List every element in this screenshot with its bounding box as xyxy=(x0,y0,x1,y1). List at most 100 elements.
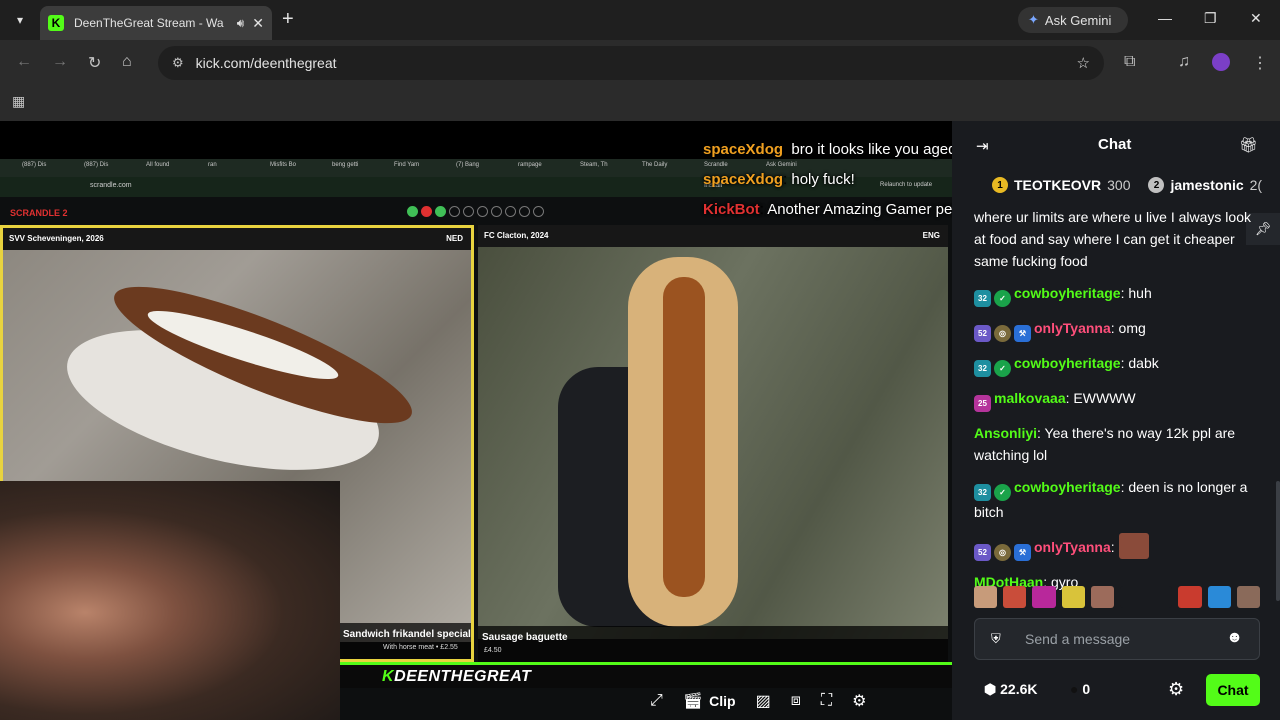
overlay-chat-message: Another Amazing Gamer person joins the p… xyxy=(767,201,952,218)
food-option-right[interactable]: FC Clacton, 2024 ENG Sausage baguette £4… xyxy=(478,225,948,662)
chat-username[interactable]: onlyTyanna xyxy=(1034,539,1111,555)
back-icon[interactable]: ← xyxy=(16,53,32,71)
gemini-label: Ask Gemini xyxy=(1044,12,1112,28)
address-url: kick.com/deenthegreat xyxy=(195,55,337,71)
forward-icon[interactable]: → xyxy=(52,53,68,71)
leaderboard-entry[interactable]: 1 TEOTKEOVR 300 xyxy=(992,177,1130,193)
player-settings-icon[interactable]: ⚙ xyxy=(852,691,866,711)
progress-dot xyxy=(449,206,460,217)
chat-username[interactable]: malkovaaa xyxy=(994,390,1066,406)
chat-message: 32 ✓ cowboyheritage: huh xyxy=(974,282,1260,307)
speaker-icon[interactable]: 🔊︎ xyxy=(237,16,245,31)
chat-scrollbar[interactable] xyxy=(1276,481,1280,601)
restore-icon[interactable]: ❐ xyxy=(1204,10,1217,27)
subscriber-badge: 52 xyxy=(974,325,991,342)
inner-tab: rampage xyxy=(518,162,542,168)
home-icon[interactable]: ⌂ xyxy=(122,53,132,71)
overlay-chat-user: spaceXdog xyxy=(703,141,784,158)
chat-username[interactable]: cowboyheritage xyxy=(1014,479,1121,495)
moderator-hammer-icon: ⚒ xyxy=(1014,325,1031,342)
chat-username[interactable]: cowboyheritage xyxy=(1014,355,1121,371)
overlay-chat-user: KickBot xyxy=(703,201,760,218)
minimize-icon[interactable]: — xyxy=(1158,10,1172,26)
emote-icon[interactable] xyxy=(1061,586,1085,608)
ask-gemini-button[interactable]: ✦ Ask Gemini xyxy=(1018,7,1128,33)
right-title: FC Clacton, 2024 xyxy=(484,231,549,240)
overlay-chat-message: holy fuck! xyxy=(791,171,855,188)
viewer-count-value: 22.6K xyxy=(1000,681,1038,697)
inner-tab: beng getti xyxy=(332,162,359,168)
chat-settings-icon[interactable]: ⚙ xyxy=(1168,679,1184,700)
left-title: SVV Scheveningen, 2026 xyxy=(9,234,104,243)
right-food-price: £4.50 xyxy=(484,647,502,654)
window-close-icon[interactable]: ✕ xyxy=(1250,10,1262,27)
clip-button[interactable]: 🎬︎ Clip xyxy=(683,691,736,711)
chat-username[interactable]: cowboyheritage xyxy=(1014,285,1121,301)
media-controls-icon[interactable]: ♫ xyxy=(1178,53,1190,71)
gift-icon[interactable]: 🎁︎ xyxy=(1239,136,1258,154)
pip-icon[interactable]: ⧈ xyxy=(791,692,801,710)
shield-icon[interactable]: ⛨ xyxy=(991,631,1001,647)
apps-grid-icon[interactable]: ▦ xyxy=(12,93,25,110)
emote-icon[interactable] xyxy=(974,586,998,608)
chat-send-button[interactable]: Chat xyxy=(1206,674,1260,706)
emote-icon[interactable] xyxy=(1090,586,1115,608)
chat-input-placeholder: Send a message xyxy=(1025,631,1131,647)
chat-message: Ansonliyi: Yea there's no way 12k ppl ar… xyxy=(974,425,1236,463)
chat-message: 25 malkovaaa: EWWWW xyxy=(974,387,1260,412)
chat-message-text: EWWWW xyxy=(1073,390,1136,406)
hide-overlay-icon[interactable]: ▨ xyxy=(756,691,771,711)
profile-avatar[interactable] xyxy=(1212,53,1230,71)
fullscreen-icon[interactable]: ⛶ xyxy=(821,692,832,710)
chat-header: ⇥ Chat 🎁︎ xyxy=(952,121,1280,169)
subscriber-badge: 32 xyxy=(974,290,991,307)
address-bar[interactable]: ⚙ kick.com/deenthegreat ☆ xyxy=(158,46,1104,80)
chat-username[interactable]: Ansonliyi xyxy=(974,425,1037,441)
gemini-sparkle-icon: ✦ xyxy=(1028,12,1039,27)
browser-toolbar: ← → ↻ ⌂ ⚙ kick.com/deenthegreat ☆ ⧉ ♫ ⋮ xyxy=(0,40,1280,85)
emote-strip xyxy=(974,586,1260,612)
emote-icon[interactable] xyxy=(1003,586,1027,608)
rank-badge: 1 xyxy=(992,177,1008,193)
player-controls: ⤢ 🎬︎ Clip ▨ ⧈ ⛶ ⚙ xyxy=(650,686,866,716)
inner-tab: ran xyxy=(208,162,217,168)
kick-favicon-icon: K xyxy=(48,15,64,31)
leader-name: TEOTKEOVR xyxy=(1014,177,1102,193)
collapse-chat-icon[interactable]: ⇥ xyxy=(976,137,989,155)
emote-icon[interactable] xyxy=(1207,586,1231,608)
inner-tab: Misfits Bo xyxy=(270,162,297,168)
chat-footer: ⬢ 22.6K ● 0 ⚙ Chat xyxy=(952,673,1280,713)
bookmark-star-icon[interactable]: ☆ xyxy=(1077,54,1090,72)
tab-search-icon[interactable]: ▾ xyxy=(8,8,32,32)
emoji-icon[interactable]: ☻ xyxy=(1226,629,1243,647)
close-tab-icon[interactable]: ✕ xyxy=(252,15,264,32)
theatre-mode-icon[interactable]: ⤢ xyxy=(650,692,663,710)
emote-icon[interactable] xyxy=(1120,586,1173,608)
progress-dot xyxy=(463,206,474,217)
chat-message: where ur limits are where u live I alway… xyxy=(974,206,1260,272)
left-food-desc: With horse meat • £2.55 xyxy=(383,644,458,651)
progress-dot xyxy=(533,206,544,217)
new-tab-icon[interactable]: + xyxy=(282,8,294,31)
rank-badge: 2 xyxy=(1148,177,1165,193)
points-value: 0 xyxy=(1082,681,1091,697)
right-food-name: Sausage baguette xyxy=(482,632,568,643)
chat-input[interactable]: ⛨ Send a message ☻ xyxy=(974,618,1260,660)
leaderboard-entry[interactable]: 2 jamestonic 2( xyxy=(1148,177,1262,193)
browser-tab-active[interactable]: K DeenTheGreat Stream - Wa 🔊︎ ✕ xyxy=(40,6,272,40)
emote-icon[interactable] xyxy=(1032,586,1056,608)
leader-amount: 2( xyxy=(1249,177,1263,193)
menu-kebab-icon[interactable]: ⋮ xyxy=(1252,53,1268,73)
chat-username[interactable]: onlyTyanna xyxy=(1034,320,1111,336)
progress-dot xyxy=(491,206,502,217)
og-badge-icon: ◎ xyxy=(994,544,1011,561)
extensions-icon[interactable]: ⧉ xyxy=(1124,53,1135,71)
inner-tab: The Daily xyxy=(642,162,668,168)
reload-icon[interactable]: ↻ xyxy=(88,53,101,73)
emote-icon[interactable] xyxy=(1236,586,1260,608)
overlay-chat-line: KickBot: Another Amazing Gamer person jo… xyxy=(703,201,952,218)
emote-icon[interactable] xyxy=(1178,586,1202,608)
site-info-icon[interactable]: ⚙ xyxy=(172,55,184,71)
verified-icon: ✓ xyxy=(994,290,1011,307)
stream-video-player[interactable]: (887) Dis (887) Dis All found ran Misfits Bo… xyxy=(0,121,952,720)
